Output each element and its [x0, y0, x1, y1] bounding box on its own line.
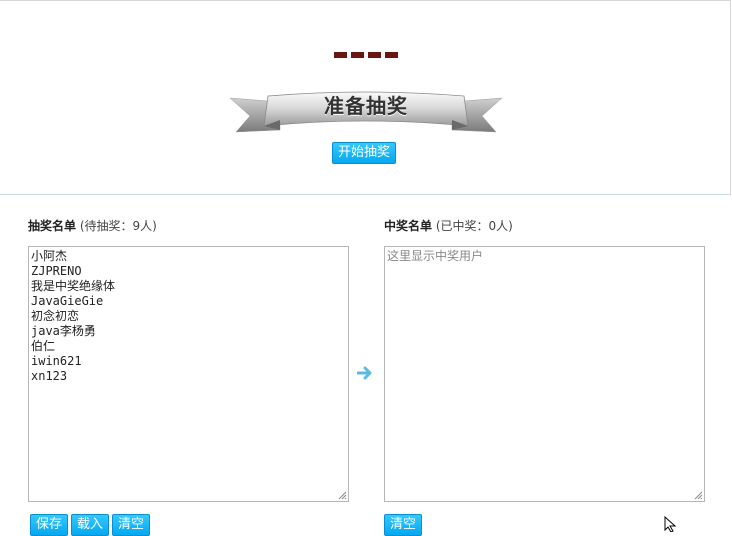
- dash-1: [334, 52, 347, 58]
- ribbon-title: 准备抽奖: [324, 94, 408, 118]
- candidate-list-textarea[interactable]: [28, 246, 349, 502]
- clear-winners-button[interactable]: 清空: [384, 514, 423, 536]
- save-button[interactable]: 保存: [30, 514, 69, 536]
- resize-grip-icon[interactable]: [694, 491, 703, 500]
- left-title: 抽奖名单: [28, 219, 77, 233]
- clear-candidates-button[interactable]: 清空: [112, 514, 151, 536]
- right-button-group: 清空: [384, 514, 423, 536]
- arrow-right-icon: [357, 366, 372, 380]
- right-section-label: 中奖名单 (已中奖：0人): [384, 219, 513, 233]
- load-button[interactable]: 载入: [71, 514, 110, 536]
- left-section-label: 抽奖名单 (待抽奖：9人): [28, 219, 157, 233]
- dash-3: [368, 52, 381, 58]
- left-status: (待抽奖：9人): [79, 219, 157, 233]
- right-status: (已中奖：0人): [435, 219, 513, 233]
- dash-indicator: [0, 52, 732, 58]
- dash-2: [351, 52, 364, 58]
- left-button-group: 保存 载入 清空: [30, 514, 151, 536]
- resize-grip-icon[interactable]: [338, 491, 347, 500]
- right-title: 中奖名单: [384, 219, 433, 233]
- dash-4: [385, 52, 398, 58]
- winner-list-textarea[interactable]: [384, 246, 705, 502]
- start-draw-button[interactable]: 开始抽奖: [332, 142, 397, 164]
